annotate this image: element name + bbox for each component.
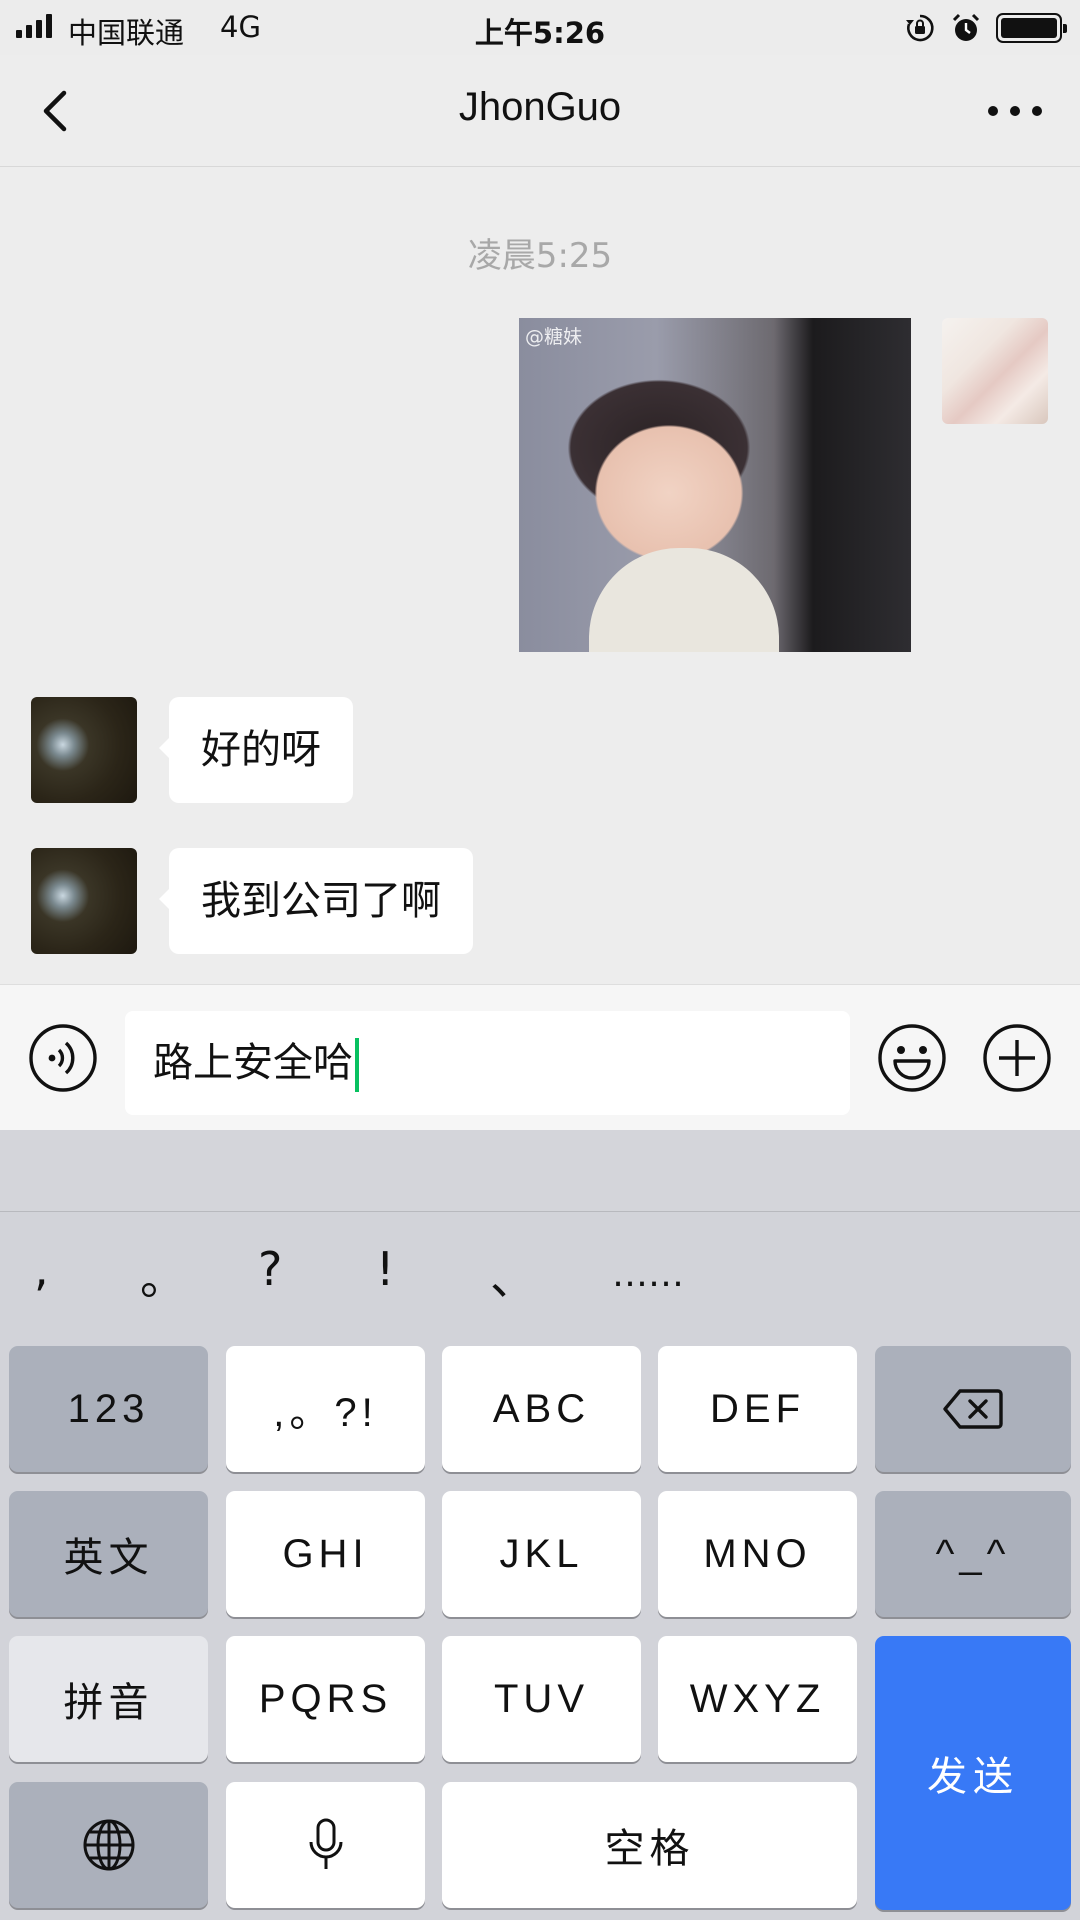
image-watermark: @糖妹 (525, 326, 583, 348)
message-input[interactable]: 路上安全哈 (125, 1011, 850, 1115)
key-emoticon[interactable]: ^_^ (875, 1491, 1071, 1617)
key-wxyz[interactable]: WXYZ (658, 1636, 857, 1762)
key-pinyin[interactable]: 拼音 (9, 1636, 208, 1762)
key-def[interactable]: DEF (658, 1346, 857, 1472)
punctuation-row: , 。 ? ! 、 …… (0, 1212, 1080, 1330)
sent-image-message[interactable]: @糖妹 (519, 318, 911, 652)
keyboard: , 。 ? ! 、 …… 123 ,。?! ABC DEF 英文 GHI JKL… (0, 1130, 1080, 1920)
punct-key-exclamation[interactable]: ! (376, 1242, 394, 1296)
more-functions-plus-icon[interactable] (982, 1023, 1052, 1093)
key-voice[interactable] (226, 1782, 425, 1908)
punct-key-period[interactable]: 。 (140, 1242, 186, 1308)
contact-avatar[interactable] (31, 848, 137, 954)
alarm-icon (952, 13, 980, 41)
message-input-value: 路上安全哈 (153, 1040, 353, 1086)
punct-key-ellipsis[interactable]: …… (612, 1254, 684, 1295)
key-jkl[interactable]: JKL (442, 1491, 641, 1617)
microphone-icon (309, 1818, 342, 1869)
key-mno[interactable]: MNO (658, 1491, 857, 1617)
candidate-bar (0, 1130, 1080, 1212)
contact-avatar[interactable] (31, 697, 137, 803)
key-backspace[interactable] (875, 1346, 1071, 1472)
key-pqrs[interactable]: PQRS (226, 1636, 425, 1762)
received-message-bubble[interactable]: 我到公司了啊 (159, 848, 473, 954)
received-message-bubble[interactable]: 好的呀 (159, 697, 353, 803)
emoji-icon[interactable] (877, 1023, 947, 1093)
key-123[interactable]: 123 (9, 1346, 208, 1472)
punct-key-comma[interactable]: , (34, 1242, 49, 1296)
chat-area[interactable]: 凌晨5:25 @糖妹 好的呀 我到公司了啊 (0, 168, 1080, 984)
send-button[interactable]: 发送 (875, 1636, 1071, 1910)
key-abc[interactable]: ABC (442, 1346, 641, 1472)
key-tuv[interactable]: TUV (442, 1636, 641, 1762)
rotation-lock-icon (906, 14, 934, 42)
chat-title: JhonGuo (458, 85, 622, 129)
status-bar: 中国联通 4G 上午5:26 (0, 0, 1080, 55)
voice-input-icon[interactable] (28, 1023, 98, 1093)
text-cursor (355, 1038, 359, 1092)
key-globe[interactable] (9, 1782, 208, 1908)
punct-key-enumeration-comma[interactable]: 、 (490, 1242, 536, 1308)
key-ghi[interactable]: GHI (226, 1491, 425, 1617)
input-bar: 路上安全哈 (0, 984, 1080, 1130)
my-avatar[interactable] (942, 318, 1048, 424)
key-space[interactable]: 空格 (442, 1782, 857, 1908)
key-english[interactable]: 英文 (9, 1491, 208, 1617)
message-timestamp: 凌晨5:25 (467, 236, 613, 276)
more-options-icon[interactable] (980, 91, 1050, 131)
battery-icon (996, 13, 1067, 43)
globe-icon (83, 1819, 134, 1871)
nav-bar: JhonGuo (0, 55, 1080, 167)
key-punctuation[interactable]: ,。?! (226, 1346, 425, 1472)
backspace-icon (943, 1389, 1003, 1429)
punct-key-question[interactable]: ? (258, 1242, 282, 1296)
